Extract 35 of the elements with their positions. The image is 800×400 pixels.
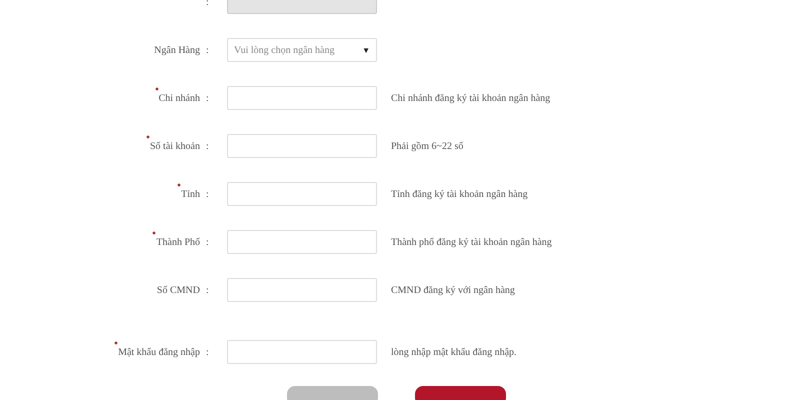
required-mark bbox=[152, 230, 156, 234]
caret-icon: ▼ bbox=[362, 46, 370, 54]
field-hint: Chi nhánh đăng ký tài khoản ngân hàng bbox=[391, 92, 550, 104]
input-field[interactable] bbox=[227, 182, 377, 206]
input-field[interactable] bbox=[227, 86, 377, 110]
required-mark bbox=[177, 182, 182, 186]
input-field[interactable] bbox=[227, 278, 377, 302]
colon: : bbox=[205, 0, 210, 8]
field-label: Chi nhánh bbox=[158, 92, 200, 104]
required-mark bbox=[146, 134, 150, 138]
field-hint: Tỉnh đăng ký tài khoản ngân hàng bbox=[391, 188, 528, 200]
field-label: Thành Phố bbox=[156, 236, 200, 248]
field-label: Tỉnh bbox=[181, 188, 200, 200]
colon: : bbox=[205, 92, 210, 104]
field-label: Số tài khoản bbox=[150, 140, 200, 152]
field-label: Mật khẩu đăng nhập bbox=[118, 346, 200, 358]
colon: : bbox=[205, 44, 210, 56]
input-field[interactable] bbox=[227, 230, 377, 254]
field-hint: Phải gồm 6~22 số bbox=[391, 140, 464, 152]
colon: : bbox=[205, 284, 210, 296]
field-label: Số CMND bbox=[156, 284, 200, 296]
input-field[interactable] bbox=[227, 134, 377, 158]
colon: : bbox=[205, 346, 210, 358]
colon: : bbox=[205, 188, 210, 200]
button[interactable] bbox=[415, 386, 506, 400]
bank-select[interactable]: Vui lòng chọn ngân hàng ▼ bbox=[227, 38, 377, 62]
colon: : bbox=[205, 236, 210, 248]
input-field[interactable] bbox=[227, 340, 377, 364]
colon: : bbox=[205, 140, 210, 152]
required-mark bbox=[114, 340, 118, 344]
field-hint: CMND đăng ký với ngân hàng bbox=[391, 284, 515, 296]
field-label: Ngân Hàng bbox=[154, 44, 200, 56]
field-hint: lòng nhập mật khẩu đăng nhập. bbox=[391, 346, 517, 358]
required-mark bbox=[154, 86, 159, 90]
field-hint: Thành phố đăng ký tài khoản ngân hàng bbox=[391, 236, 552, 248]
